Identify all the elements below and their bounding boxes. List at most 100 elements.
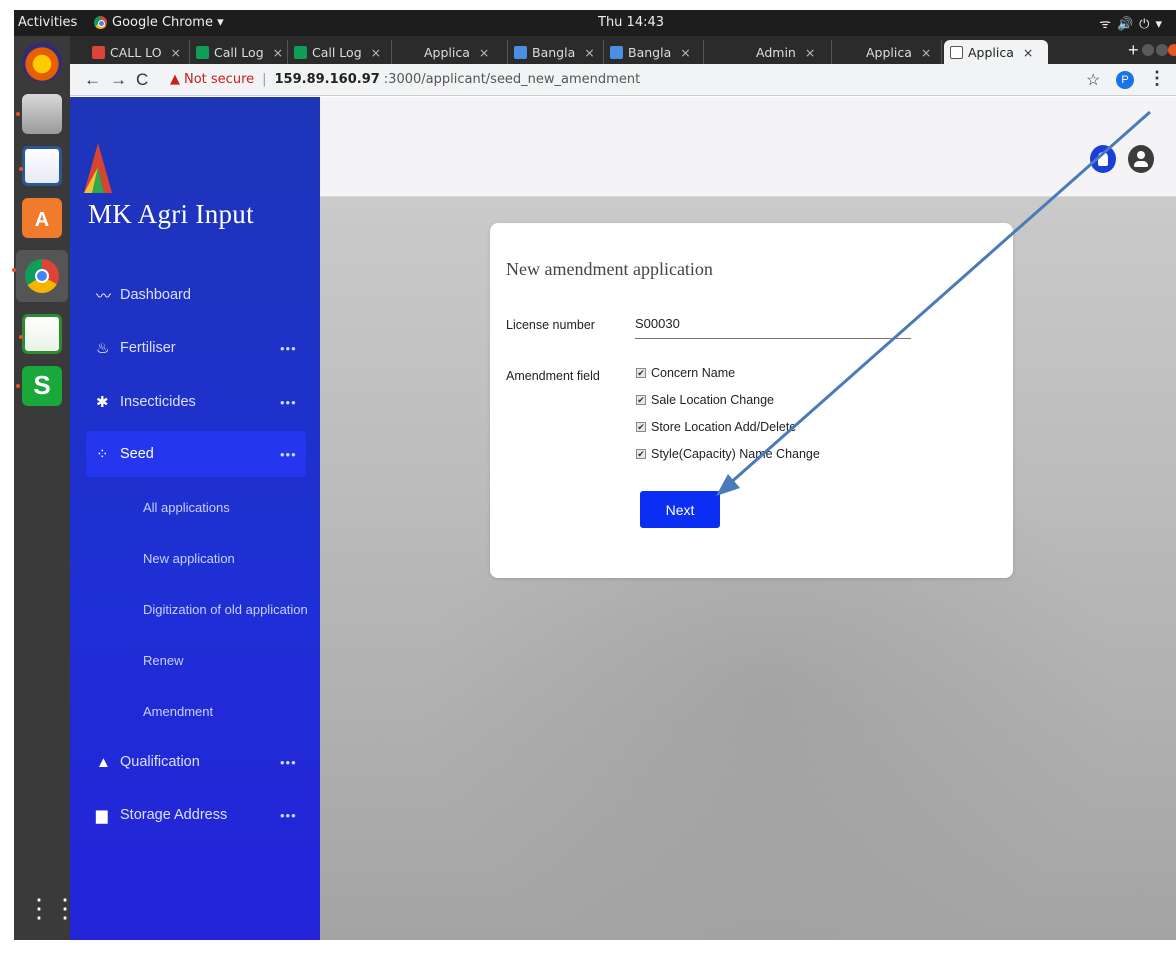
cross-icon [294, 45, 307, 59]
writer-icon[interactable] [19, 146, 62, 186]
checkbox-checked[interactable]: ✔ [636, 449, 646, 459]
browser-menu-icon[interactable]: ⋮ [1148, 68, 1166, 89]
tab-2[interactable]: Call Log × [288, 40, 392, 64]
close-icon[interactable]: × [584, 45, 594, 60]
url-path: :3000/applicant/seed_new_amendment [383, 72, 641, 87]
app-menu[interactable]: Google Chrome ▾ [94, 15, 224, 30]
tab-6[interactable]: Admin × [750, 40, 832, 64]
close-icon[interactable]: × [680, 45, 690, 60]
system-tray[interactable]: ᯤ🔊⏻▾ [1099, 14, 1168, 32]
sidebar: MK Agri Input 〰 Dashboard ♨ Fertiliser •… [70, 97, 320, 940]
clock[interactable]: Thu 14:43 [598, 15, 664, 30]
warehouse-icon: ▆ [96, 807, 108, 824]
chart-line-icon: 〰 [96, 287, 112, 305]
warning-icon: ▲ [170, 72, 180, 87]
sidebar-item-insecticides[interactable]: ✱ Insecticides ••• [86, 379, 306, 425]
bangla-icon [610, 45, 623, 59]
url-field[interactable]: ▲ Not secure | 159.89.160.97:3000/applic… [170, 72, 640, 87]
next-button[interactable]: Next [640, 491, 720, 528]
page-icon [950, 45, 963, 59]
window-close-button[interactable] [1168, 44, 1176, 56]
sidebar-item-qualification[interactable]: ▲ Qualification ••• [86, 739, 306, 785]
firefox-icon[interactable] [22, 42, 62, 82]
notification-bell-icon[interactable] [1090, 145, 1116, 173]
option-sale-location-change[interactable]: ✔ Sale Location Change [636, 393, 774, 407]
graduation-cap-icon: ▲ [96, 753, 111, 771]
brand-name: MK Agri Input [88, 199, 254, 229]
sidebar-item-fertiliser[interactable]: ♨ Fertiliser ••• [86, 325, 306, 371]
power-icon: ⏻ [1139, 17, 1156, 32]
close-icon[interactable]: × [1023, 45, 1033, 60]
minimize-button[interactable] [1142, 44, 1154, 56]
more-icon[interactable]: ••• [280, 447, 306, 462]
url-separator: | [262, 72, 267, 87]
bug-icon: ✱ [96, 394, 109, 411]
close-icon[interactable]: × [805, 45, 815, 60]
back-button[interactable]: ← [84, 70, 101, 90]
close-icon[interactable]: × [171, 45, 181, 60]
amendment-form-card: New amendment application License number… [490, 223, 1013, 578]
close-icon[interactable]: × [921, 45, 931, 60]
subnav-all-applications[interactable]: All applications [143, 500, 230, 515]
bookmark-star-icon[interactable]: ☆ [1086, 70, 1100, 90]
option-store-location[interactable]: ✔ Store Location Add/Delete [636, 420, 796, 434]
option-concern-name[interactable]: ✔ Concern Name [636, 366, 735, 380]
app-menu-label: Google Chrome ▾ [112, 15, 224, 30]
tab-active[interactable]: Applica × [944, 40, 1048, 64]
close-icon[interactable]: × [371, 45, 381, 60]
sidebar-item-seed[interactable]: ⁘ Seed ••• [86, 431, 306, 477]
close-icon[interactable]: × [479, 45, 489, 60]
maximize-button[interactable] [1156, 44, 1168, 56]
more-icon[interactable]: ••• [280, 808, 306, 823]
cross-icon [196, 45, 209, 59]
app-logo-icon [84, 143, 112, 193]
sidebar-item-storage-address[interactable]: ▆ Storage Address ••• [86, 792, 306, 838]
software-center-icon[interactable]: A [22, 198, 62, 238]
tab-7[interactable]: Applica × [860, 40, 942, 64]
subnav-new-application[interactable]: New application [143, 551, 235, 566]
system-top-bar: Activities Google Chrome ▾ Thu 14:43 ᯤ🔊⏻… [14, 10, 1176, 36]
tab-1[interactable]: Call Log × [190, 40, 288, 64]
web-page: MK Agri Input 〰 Dashboard ♨ Fertiliser •… [70, 97, 1176, 940]
subnav-renew[interactable]: Renew [143, 653, 183, 668]
volume-icon: 🔊 [1116, 17, 1140, 32]
forward-button[interactable]: → [110, 70, 127, 90]
gmail-icon [92, 45, 105, 59]
page-header [320, 97, 1176, 197]
checkbox-checked[interactable]: ✔ [636, 368, 646, 378]
subnav-amendment[interactable]: Amendment [143, 704, 213, 719]
tab-5[interactable]: Bangla × [604, 40, 704, 64]
close-icon[interactable]: × [273, 45, 283, 60]
license-number-label: License number [506, 318, 595, 332]
tab-4[interactable]: Bangla × [508, 40, 604, 64]
activities-button[interactable]: Activities [18, 15, 77, 30]
tab-0[interactable]: CALL LO × [86, 40, 190, 64]
subnav-digitization[interactable]: Digitization of old application [143, 602, 308, 617]
license-number-input[interactable] [635, 309, 911, 339]
checkbox-checked[interactable]: ✔ [636, 395, 646, 405]
calc-icon[interactable] [19, 314, 62, 354]
chevron-down-icon: ▾ [1155, 17, 1168, 32]
chrome-icon [94, 16, 107, 29]
sidebar-item-dashboard[interactable]: 〰 Dashboard [86, 272, 306, 318]
checkbox-checked[interactable]: ✔ [636, 422, 646, 432]
wifi-icon: ᯤ [1099, 17, 1117, 32]
new-tab-button[interactable]: + [1128, 40, 1139, 61]
user-avatar-icon[interactable] [1128, 145, 1154, 173]
more-icon[interactable]: ••• [280, 755, 306, 770]
files-icon[interactable] [16, 94, 62, 134]
profile-avatar[interactable]: P [1116, 71, 1134, 89]
tab-3[interactable]: Applica × [418, 40, 508, 64]
bangla-icon [514, 45, 527, 59]
show-apps-icon[interactable]: ⋮⋮ [26, 894, 78, 922]
url-host: 159.89.160.97 [274, 72, 380, 87]
sheets-app-icon[interactable]: S [16, 366, 62, 406]
tab-strip: CALL LO × Call Log × Call Log × Applica × Ba… [70, 36, 1176, 64]
more-icon[interactable]: ••• [280, 395, 306, 410]
reload-button[interactable]: C [136, 70, 148, 90]
chrome-dock-icon[interactable] [12, 250, 68, 302]
more-icon[interactable]: ••• [280, 341, 306, 356]
security-label: Not secure [184, 72, 255, 87]
option-style-capacity-name-change[interactable]: ✔ Style(Capacity) Name Change [636, 447, 820, 461]
amendment-field-label: Amendment field [506, 369, 600, 383]
